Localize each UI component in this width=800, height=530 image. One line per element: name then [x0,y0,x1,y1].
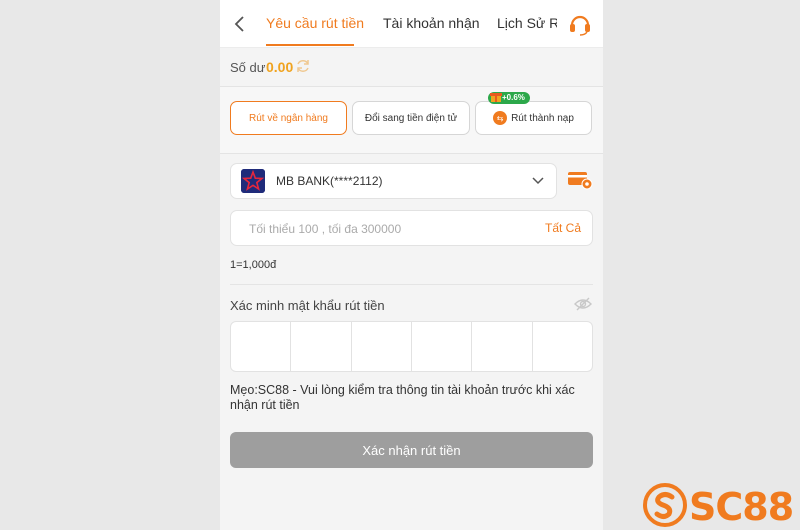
gift-icon [490,93,502,102]
eye-hidden-icon[interactable] [574,297,592,311]
chevron-down-icon [532,177,544,185]
method-bank-label: Rút về ngân hàng [249,112,328,124]
pin-cell[interactable] [412,322,473,371]
confirm-withdraw-button[interactable]: Xác nhận rút tiền [230,432,593,468]
method-to-deposit-button[interactable]: ⇆ Rút thành nạp [475,101,592,135]
pin-cell[interactable] [533,322,592,371]
card-settings-icon[interactable] [567,170,593,190]
method-to-deposit-label: Rút thành nạp [511,112,574,124]
pin-cell[interactable] [472,322,533,371]
amount-field: Tất Cả [230,210,593,246]
tab-withdraw-request[interactable]: Yêu cầu rút tiền [266,15,364,31]
tab-history[interactable]: Lịch Sử Rú [497,15,557,31]
all-amount-button[interactable]: Tất Cả [545,221,581,235]
balance-row: Số dư 0.00 [220,48,603,87]
amount-input[interactable] [247,219,521,239]
exchange-icon: ⇆ [493,111,508,125]
password-label: Xác minh mật khẩu rút tiền [230,298,385,313]
refresh-icon[interactable] [295,58,311,74]
tip-text: Mẹo:SC88 - Vui lòng kiểm tra thông tin t… [230,383,575,412]
pin-cell[interactable] [352,322,412,371]
exchange-rate: 1=1,000đ [230,259,277,271]
method-crypto-label: Đổi sang tiền điện tử [364,112,458,124]
brand-logo: SC88 [643,483,798,529]
top-bar: Yêu cầu rút tiền Tài khoản nhận Lịch Sử … [220,0,603,48]
password-pin-input [230,321,593,372]
method-bank-button[interactable]: Rút về ngân hàng [230,101,347,135]
brand-text: SC88 [689,485,794,529]
method-crypto-button[interactable]: Đổi sang tiền điện tử [352,101,470,135]
pin-cell[interactable] [231,322,292,371]
active-tab-underline [266,44,354,46]
mb-bank-star-icon [241,169,265,193]
balance-label: Số dư [230,60,266,75]
bank-name: MB BANK(****2112) [276,174,383,188]
bank-select[interactable]: MB BANK(****2112) [230,163,557,199]
withdraw-screen: Yêu cầu rút tiền Tài khoản nhận Lịch Sử … [220,0,603,530]
headset-icon[interactable] [568,12,592,36]
sc88-logo-icon [643,483,687,527]
withdraw-methods: Rút về ngân hàng Đổi sang tiền điện tử ⇆… [220,87,603,154]
chevron-left-icon[interactable] [230,14,250,34]
divider [230,284,593,285]
balance-value: 0.00 [266,59,294,75]
tab-receiving-account[interactable]: Tài khoản nhận [383,15,480,31]
pin-cell[interactable] [291,322,352,371]
